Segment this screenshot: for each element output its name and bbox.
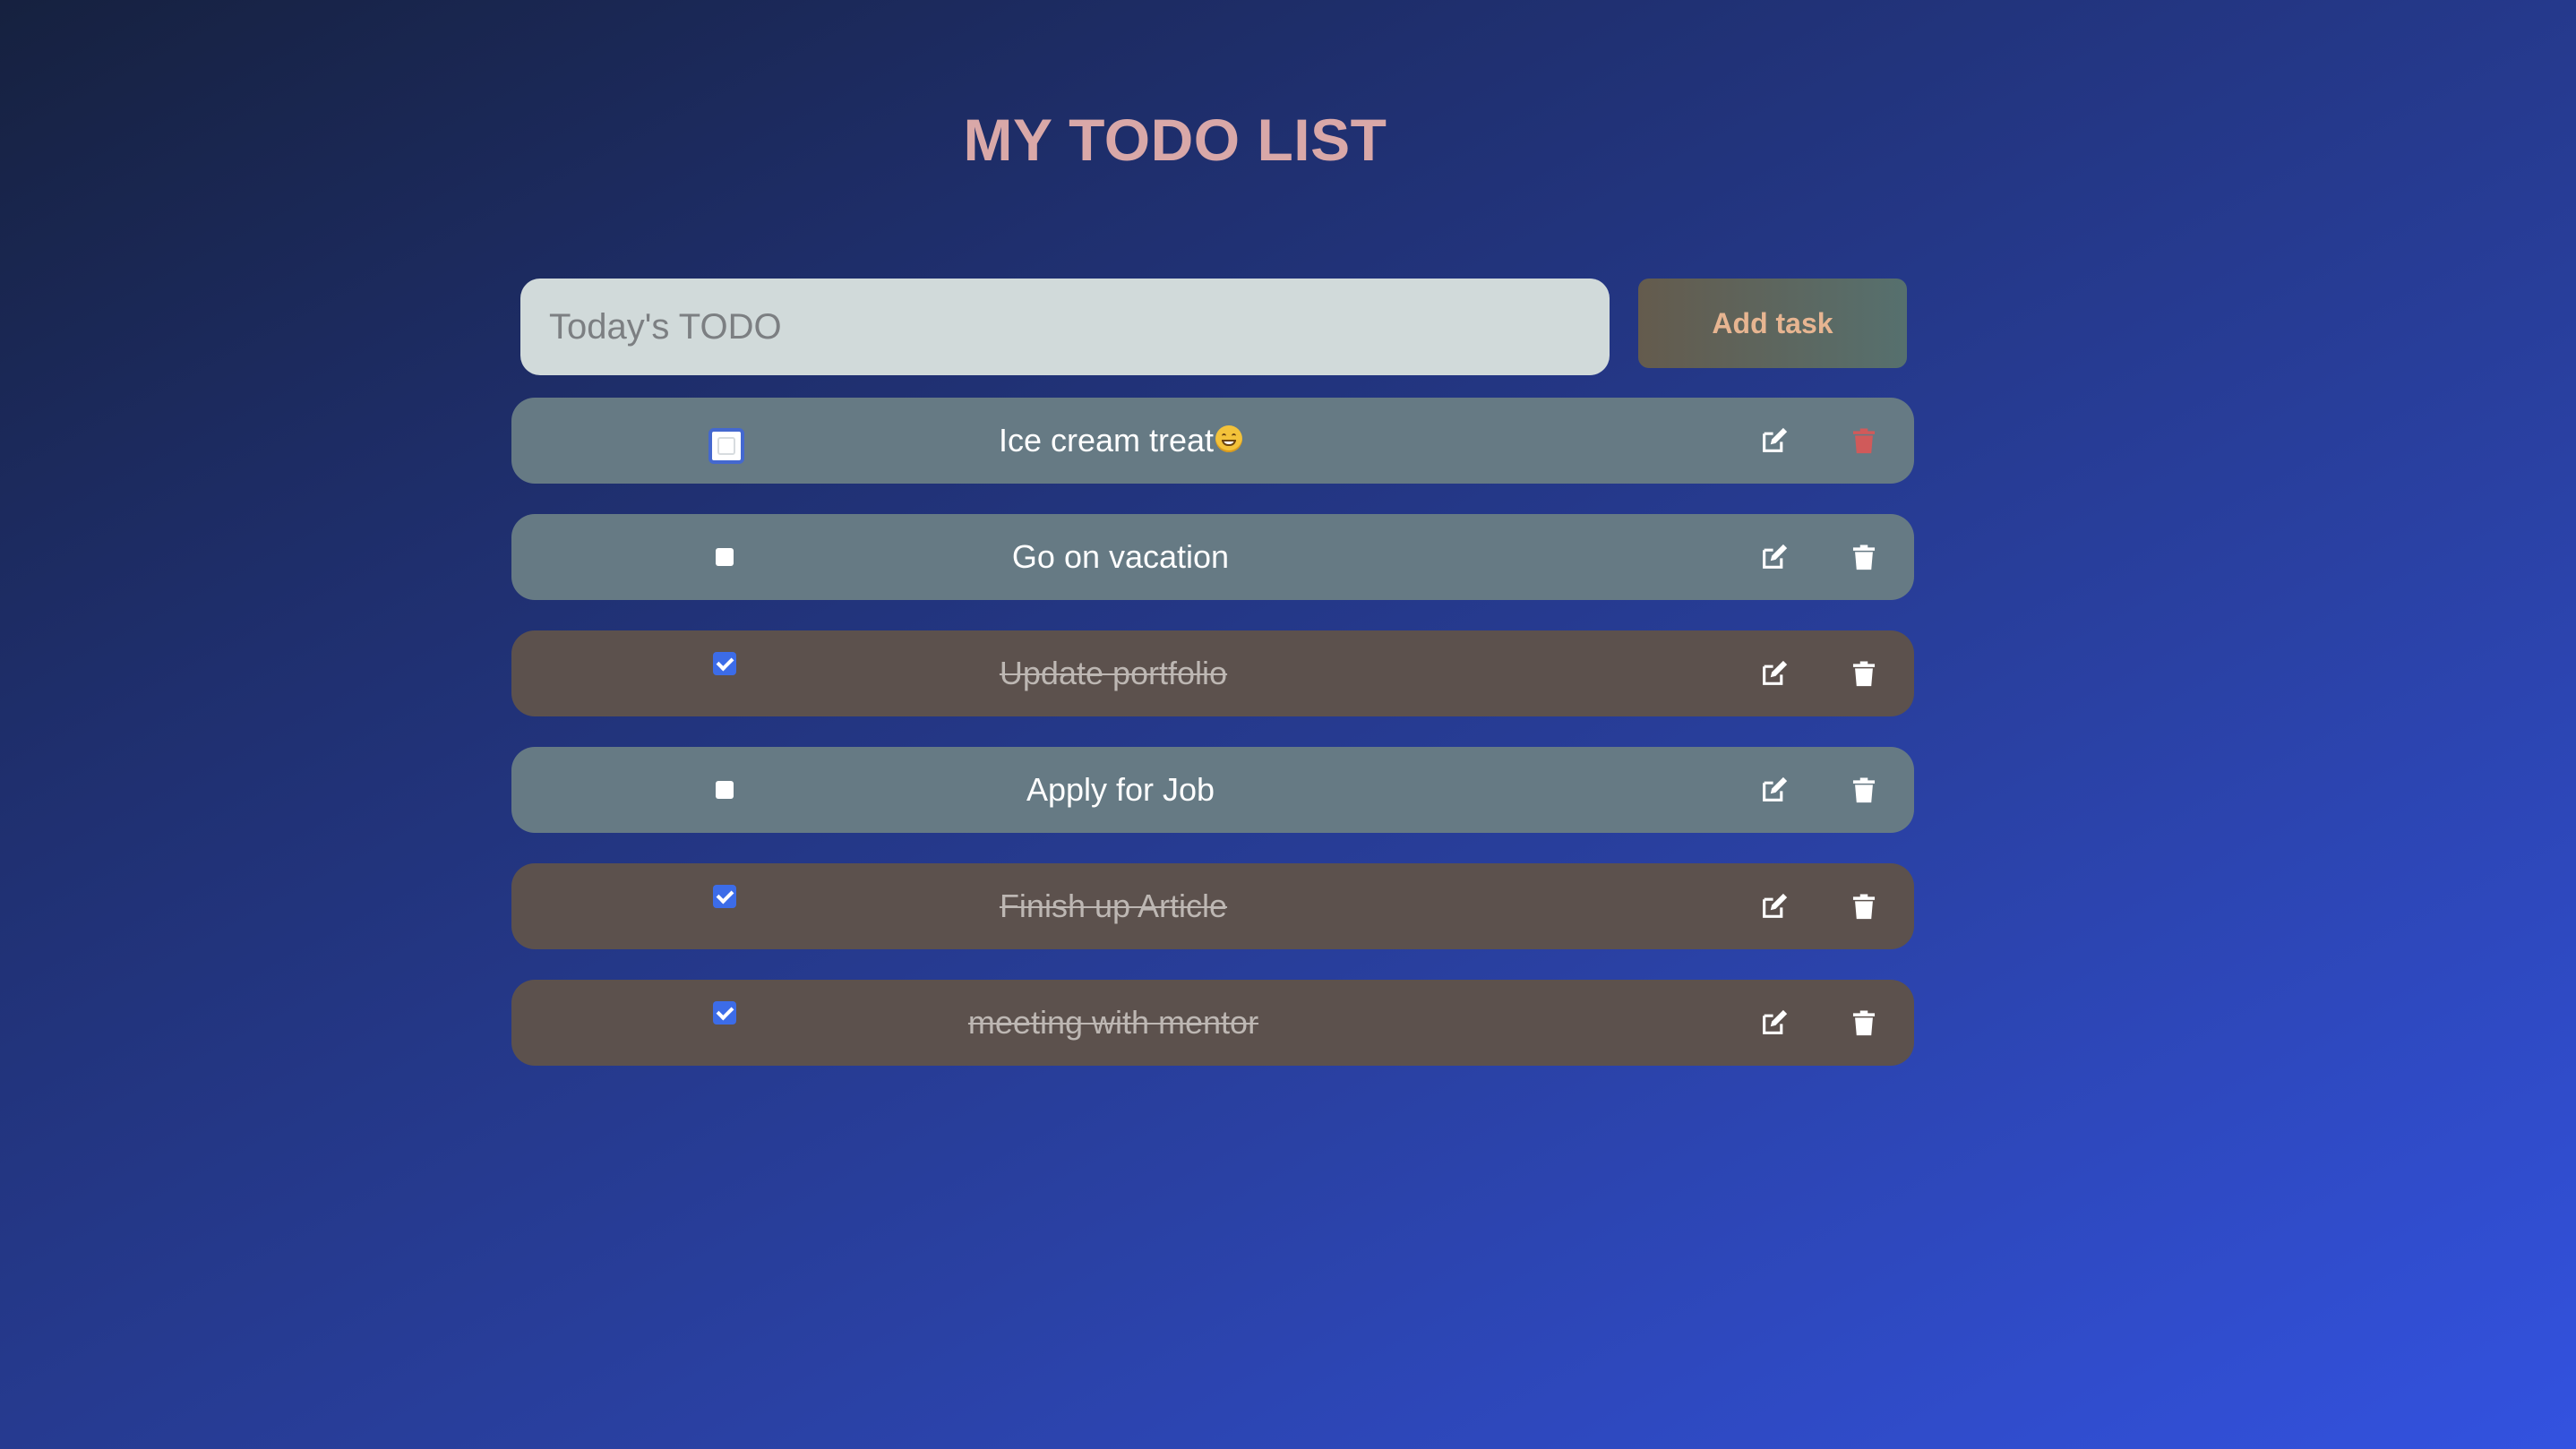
todo-checkbox[interactable] — [716, 548, 734, 566]
add-task-button[interactable]: Add task — [1638, 279, 1907, 368]
trash-icon[interactable] — [1846, 656, 1882, 691]
todo-text: Go on vacation — [1011, 538, 1230, 575]
edit-icon[interactable] — [1756, 888, 1792, 924]
page-title: MY TODO LIST — [963, 107, 1387, 173]
todo-item: Apply for Job — [511, 747, 1914, 833]
todo-checkbox[interactable] — [713, 885, 736, 908]
todo-input[interactable] — [520, 279, 1610, 375]
grinning-face-icon — [1215, 425, 1243, 453]
todo-text: Ice cream treat — [998, 422, 1215, 459]
todo-checkbox[interactable] — [713, 1001, 736, 1025]
todo-list: Ice cream treat Go on vacation Update po… — [511, 398, 1914, 1096]
todo-text: Apply for Job — [1026, 771, 1215, 808]
todo-text: Update portfolio — [999, 655, 1228, 691]
trash-icon[interactable] — [1846, 772, 1882, 808]
todo-checkbox[interactable] — [716, 781, 734, 799]
todo-item: Go on vacation — [511, 514, 1914, 600]
edit-icon[interactable] — [1756, 539, 1792, 575]
todo-item: Update portfolio — [511, 630, 1914, 716]
trash-icon[interactable] — [1846, 539, 1882, 575]
trash-icon[interactable] — [1846, 888, 1882, 924]
trash-icon[interactable] — [1846, 423, 1882, 459]
trash-icon[interactable] — [1846, 1005, 1882, 1041]
todo-text: meeting with mentor — [967, 1004, 1259, 1041]
todo-text: Finish up Article — [999, 887, 1228, 924]
todo-item: meeting with mentor — [511, 980, 1914, 1066]
todo-item: Finish up Article — [511, 863, 1914, 949]
edit-icon[interactable] — [1756, 772, 1792, 808]
todo-label: Ice cream treat — [762, 398, 1479, 484]
todo-checkbox[interactable] — [713, 652, 736, 675]
edit-icon[interactable] — [1756, 1005, 1792, 1041]
edit-icon[interactable] — [1756, 423, 1792, 459]
edit-icon[interactable] — [1756, 656, 1792, 691]
todo-checkbox[interactable] — [708, 428, 744, 464]
todo-item: Ice cream treat — [511, 398, 1914, 484]
add-todo-form: Add task — [520, 279, 1907, 375]
